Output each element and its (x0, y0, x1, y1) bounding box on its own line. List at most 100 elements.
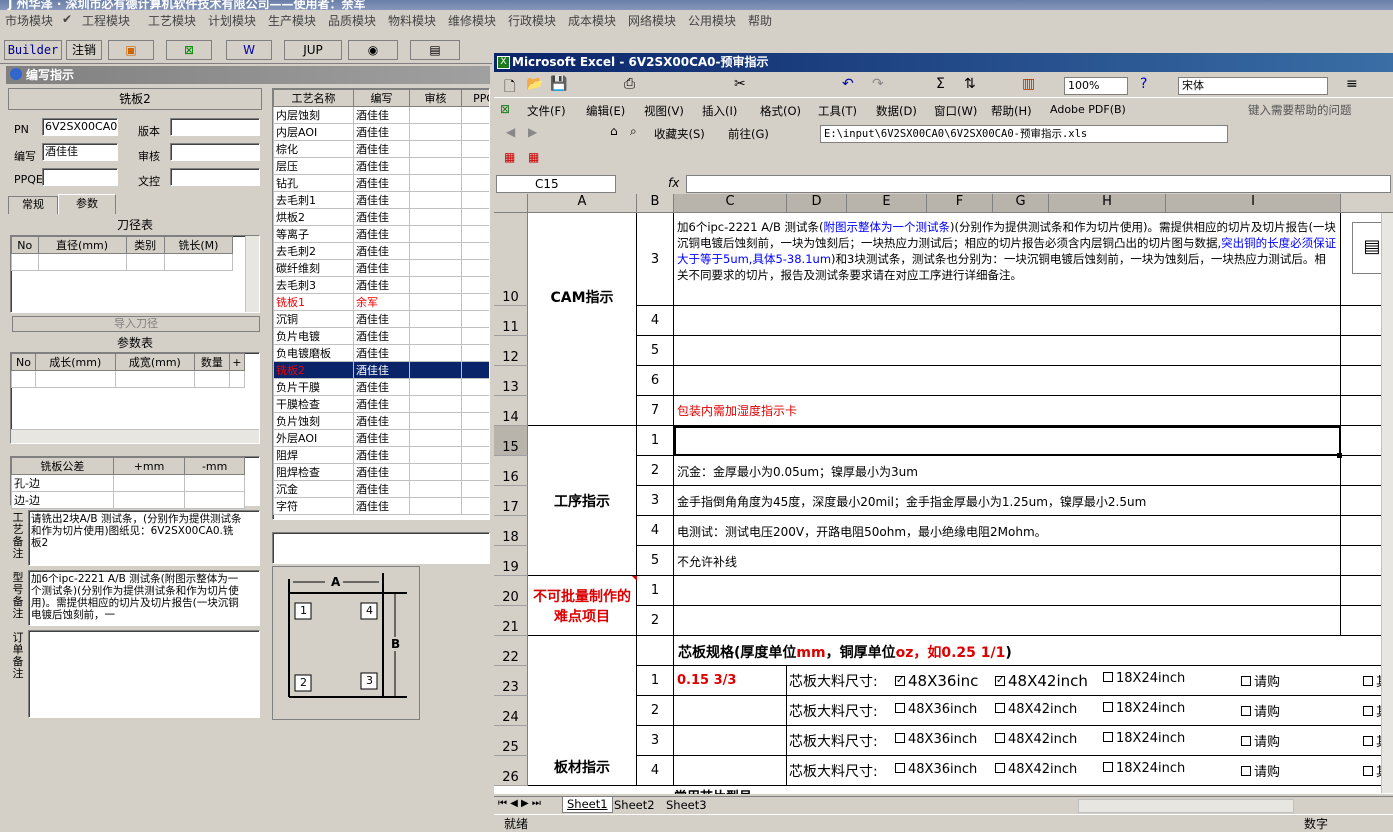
process-review-cell[interactable] (409, 429, 462, 447)
checkbox[interactable] (895, 732, 905, 743)
process-ppqe-cell[interactable] (461, 327, 489, 345)
row-header[interactable]: 20 (494, 576, 528, 606)
menu-help[interactable]: 帮助 (748, 12, 772, 29)
row-header[interactable]: 17 (494, 486, 528, 516)
process-ppqe-cell[interactable] (461, 276, 489, 294)
checkbox[interactable]: ✓ (995, 675, 1005, 686)
process-row[interactable]: 负片蚀刻 酒佳佳 (273, 412, 489, 430)
row-index-cell[interactable]: 5 (637, 336, 674, 366)
process-review-cell[interactable] (409, 225, 462, 243)
row-index-cell[interactable]: 3 (637, 486, 674, 516)
menu-common[interactable]: 公用模块 (688, 12, 736, 29)
row-index-cell[interactable]: 3 (637, 213, 674, 306)
tab-params[interactable]: 参数 (58, 194, 116, 214)
row-header[interactable]: 23 (494, 666, 528, 696)
sheet-tab-1[interactable]: Sheet1 (562, 797, 613, 813)
xl-menu-format[interactable]: 格式(O) (760, 103, 801, 119)
process-ppqe-cell[interactable] (461, 310, 489, 328)
process-name-cell[interactable]: 等离子 (273, 225, 354, 243)
process-col-ppqe[interactable]: PPQE (461, 89, 489, 107)
process-name-cell[interactable]: 去毛刺1 (273, 191, 354, 209)
process-row[interactable]: 层压 酒佳佳 (273, 157, 489, 175)
core-size-row[interactable]: 芯板大料尺寸:48X36inch48X42inch18X24inch请购其 (787, 756, 1393, 786)
checkbox[interactable] (1241, 735, 1251, 746)
tool-col-length[interactable]: 铣长(M) (163, 236, 234, 254)
forward-icon[interactable]: ▶ (528, 125, 537, 139)
process-review-cell[interactable] (409, 293, 462, 311)
control-field[interactable] (170, 168, 260, 186)
process-row[interactable]: 内层蚀刻 酒佳佳 (273, 106, 489, 124)
checkbox[interactable] (1103, 701, 1113, 712)
checkbox[interactable] (895, 702, 905, 713)
horizontal-scrollbar[interactable] (1078, 799, 1294, 813)
core-option-o2[interactable]: 48X42inch (995, 702, 1077, 717)
tol-col-plus[interactable]: +mm (112, 457, 186, 475)
spreadsheet-grid[interactable]: A B C D E F G H I 10 11 12 13 14 15 16 17 18 19 20… (494, 194, 1393, 794)
param-col-add[interactable]: + (228, 353, 246, 371)
row-header[interactable]: 15 (494, 426, 528, 456)
cam-instruction-cell[interactable]: 加6个ipc-2221 A/B 测试条(附图示整体为一个测试条)(分别作为提供测… (674, 213, 1341, 306)
process-col-review[interactable]: 审核 (409, 89, 462, 107)
row-header[interactable]: 11 (494, 306, 528, 336)
merged-empty-cell[interactable] (674, 336, 1341, 366)
checkbox[interactable] (1241, 675, 1251, 686)
hard-item-cell[interactable] (674, 606, 1341, 636)
xl-menu-tools[interactable]: 工具(T) (818, 103, 857, 119)
menu-market[interactable]: 市场模块 (5, 12, 53, 29)
process-name-cell[interactable]: 碳纤维刻 (273, 259, 354, 277)
xl-menu-help[interactable]: 帮助(H) (991, 103, 1032, 119)
row-index-cell[interactable]: 2 (637, 606, 674, 636)
import-tools-button[interactable]: 导入刀径 (12, 316, 260, 332)
core-option-o2[interactable]: 48X42inch (995, 732, 1077, 747)
process-review-cell[interactable] (409, 106, 462, 124)
process-name-cell[interactable]: 沉金 (273, 480, 354, 498)
row-header[interactable]: 12 (494, 336, 528, 366)
menu-cost[interactable]: 成本模块 (568, 12, 616, 29)
search-web-icon[interactable]: ⌕ (630, 124, 637, 139)
process-ppqe-cell[interactable] (461, 429, 489, 447)
report-icon[interactable]: ▣ (108, 40, 154, 60)
checkbox[interactable] (1363, 735, 1373, 746)
process-name-cell[interactable]: 外层AOI (273, 429, 354, 447)
writer-field[interactable]: 酒佳佳 (42, 143, 118, 161)
process-row[interactable]: 外层AOI 酒佳佳 (273, 429, 489, 447)
note-process-field[interactable]: 请铣出2块A/B 测试条，(分别作为提供测试条和作为切片使用)图纸见：6V2SX… (28, 510, 260, 566)
formula-input[interactable] (686, 175, 1391, 193)
checkbox[interactable] (1363, 765, 1373, 776)
xl-menu-window[interactable]: 窗口(W) (934, 103, 977, 119)
process-ppqe-cell[interactable] (461, 480, 489, 498)
process-note-cell[interactable]: 金手指倒角角度为45度，深度最小20mil；金手指金厚最小为1.25um，镍厚最… (674, 486, 1341, 516)
note-model-field[interactable]: 加6个ipc-2221 A/B 测试条(附图示整体为一个测试条)(分别作为提供测… (28, 570, 260, 626)
print-icon[interactable]: ⎙ (624, 76, 635, 92)
row-header[interactable]: 13 (494, 366, 528, 396)
process-row[interactable]: 负电镀磨板 酒佳佳 (273, 344, 489, 362)
process-row[interactable]: 棕化 酒佳佳 (273, 140, 489, 158)
sort-asc-icon[interactable]: ⇅ (964, 76, 976, 92)
col-header-g[interactable]: G (993, 194, 1049, 213)
core-option-o2[interactable]: ✓ 48X42inch (995, 672, 1088, 690)
process-ppqe-cell[interactable] (461, 225, 489, 243)
col-header-i[interactable]: I (1166, 194, 1341, 213)
tool-table[interactable]: No 直径(mm) 类别 铣长(M) (10, 235, 260, 313)
process-writer-cell[interactable]: 酒佳佳 (353, 208, 410, 226)
process-row[interactable]: 阻焊检查 酒佳佳 (273, 463, 489, 481)
process-writer-cell[interactable]: 酒佳佳 (353, 378, 410, 396)
process-row[interactable]: 铣板2 酒佳佳 (273, 361, 489, 379)
row-header[interactable]: 19 (494, 546, 528, 576)
process-ppqe-cell[interactable] (461, 106, 489, 124)
process-writer-cell[interactable]: 酒佳佳 (353, 123, 410, 141)
process-review-cell[interactable] (409, 276, 462, 294)
tol-col-name[interactable]: 铣板公差 (11, 457, 114, 475)
row-header[interactable]: 14 (494, 396, 528, 426)
checkbox[interactable] (995, 732, 1005, 743)
param-col-no[interactable]: No (11, 353, 36, 371)
goto-button[interactable]: 前往(G) (728, 126, 769, 142)
select-all-corner[interactable] (494, 194, 528, 213)
process-review-cell[interactable] (409, 344, 462, 362)
tol-col-minus[interactable]: -mm (184, 457, 245, 475)
process-row[interactable]: 碳纤维刻 酒佳佳 (273, 259, 489, 277)
col-header-j[interactable] (1341, 194, 1393, 213)
xl-menu-insert[interactable]: 插入(I) (702, 103, 737, 119)
process-row[interactable]: 去毛刺1 酒佳佳 (273, 191, 489, 209)
process-writer-cell[interactable]: 酒佳佳 (353, 446, 410, 464)
